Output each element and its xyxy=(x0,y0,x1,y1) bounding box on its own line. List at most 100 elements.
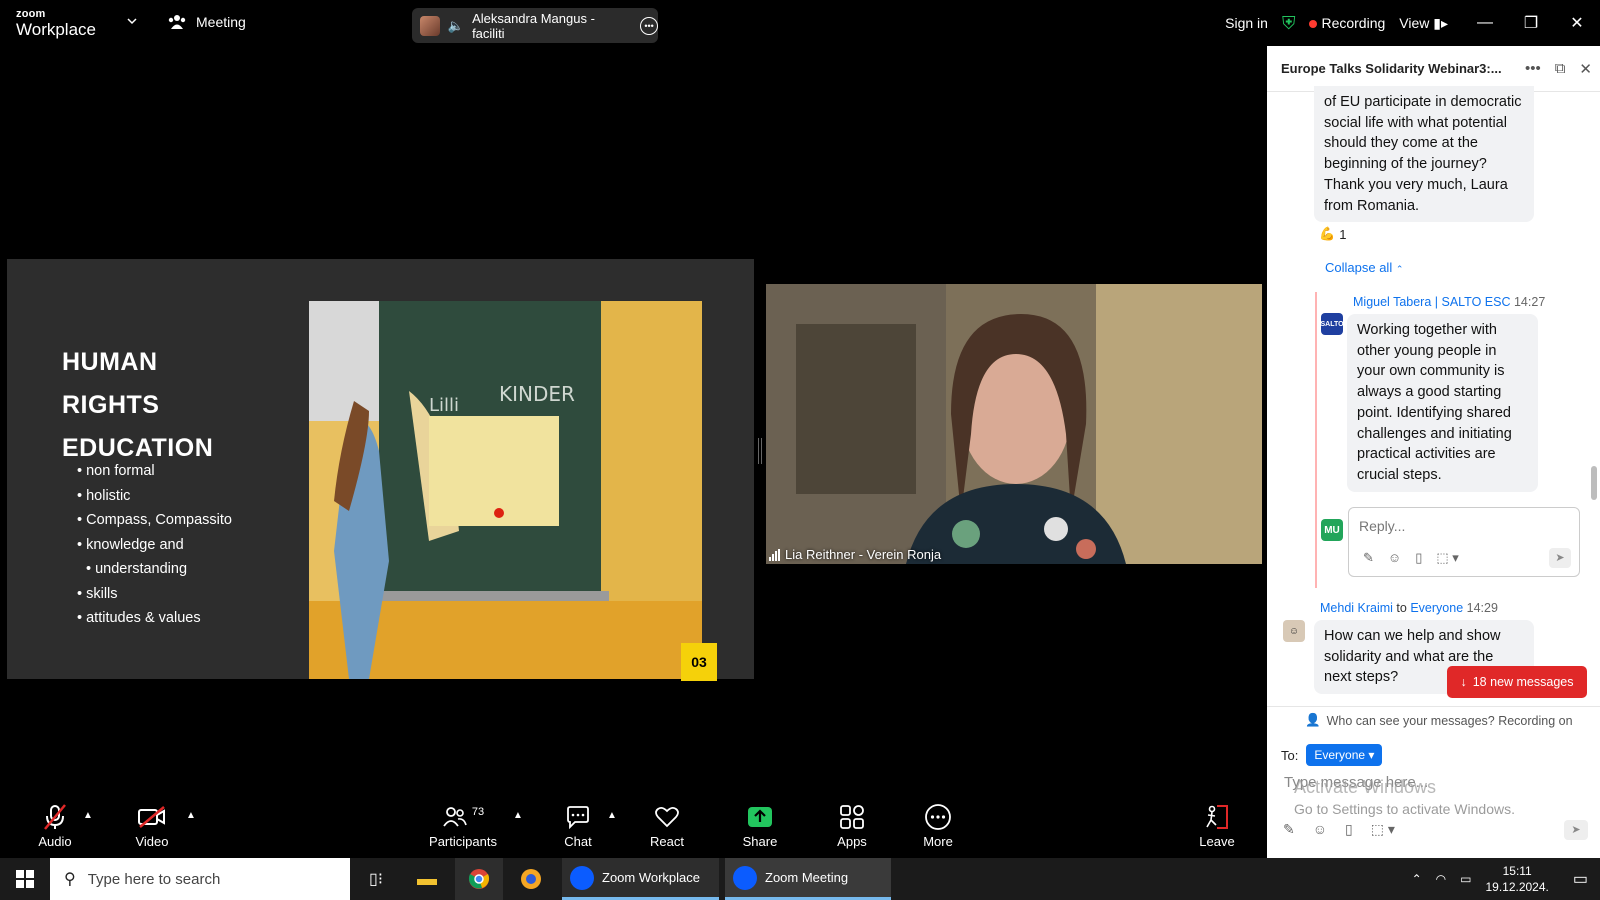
chat-icon xyxy=(567,806,589,829)
flexed-biceps-icon: 💪 xyxy=(1319,226,1336,241)
collapse-all-label: Collapse all xyxy=(1325,260,1393,275)
recording-status[interactable]: Recording xyxy=(1309,15,1385,31)
message-header: Mehdi Kraimi to Everyone 14:29 xyxy=(1320,601,1498,615)
board-word: Lilli xyxy=(429,395,459,416)
recipient-row: To: Everyone ▾ xyxy=(1281,744,1383,766)
speaker-name: Aleksandra Mangus - faciliti xyxy=(472,10,595,41)
audio-options-caret-icon[interactable]: ▲ xyxy=(83,810,93,821)
chevron-down-icon: ▾ xyxy=(1368,748,1375,762)
leave-button[interactable]: Leave xyxy=(1195,802,1239,849)
slide-bullet: skills xyxy=(77,582,232,607)
windows-logo-icon xyxy=(16,870,34,888)
popout-icon[interactable]: ⧉ xyxy=(1555,60,1566,78)
restore-button[interactable]: ❐ xyxy=(1508,13,1554,33)
react-label: React xyxy=(650,834,684,849)
chevron-down-icon[interactable] xyxy=(127,16,137,26)
chat-label: Chat xyxy=(564,834,592,849)
screenshot-icon[interactable]: ⬚ ▾ xyxy=(1371,821,1395,838)
task-view-icon[interactable]: ▯⁝ xyxy=(352,858,400,900)
my-avatar: MU xyxy=(1321,519,1343,541)
taskbar-app-zoom-meeting[interactable]: Zoom Meeting xyxy=(725,858,891,900)
format-icon[interactable]: ✎ xyxy=(1283,821,1295,838)
new-messages-button[interactable]: ↓ 18 new messages xyxy=(1447,666,1587,698)
participant-name-label: Lia Reithner - Verein Ronja xyxy=(769,547,941,562)
participants-count: 73 xyxy=(471,806,485,818)
reply-input[interactable]: Reply... ✎ ☺ ▯ ⬚ ▾ ➤ xyxy=(1348,507,1580,577)
more-button[interactable]: More xyxy=(918,802,958,849)
participant-video-tile[interactable]: Lia Reithner - Verein Ronja xyxy=(766,284,1262,564)
audio-button[interactable]: Audio xyxy=(34,802,76,849)
more-options-icon[interactable]: ••• xyxy=(640,16,658,35)
message-visibility-notice[interactable]: 👤 Who can see your messages? Recording o… xyxy=(1267,706,1600,734)
speaker-avatar xyxy=(420,15,440,36)
activate-windows-subtext: Go to Settings to activate Windows. xyxy=(1294,801,1515,817)
taskbar-app-zoom-workplace[interactable]: Zoom Workplace xyxy=(562,858,719,900)
title-bar: zoom Workplace Meeting 🔈 Aleksandra Mang… xyxy=(0,0,1600,46)
browser-icon[interactable] xyxy=(507,858,555,900)
apps-button[interactable]: Apps xyxy=(832,802,872,849)
participants-icon xyxy=(443,807,467,827)
emoji-icon[interactable]: ☺ xyxy=(1313,821,1327,838)
minimize-button[interactable]: — xyxy=(1462,14,1508,32)
sign-in-link[interactable]: Sign in xyxy=(1225,15,1268,31)
logo-small: zoom xyxy=(16,8,46,20)
chat-scrollbar[interactable] xyxy=(1591,466,1597,500)
windows-taskbar: ⚲ Type here to search ▯⁝ ▬ Zoom Workplac… xyxy=(0,858,1600,900)
participants-button[interactable]: 73 Participants xyxy=(425,802,501,849)
message-time: 14:29 xyxy=(1466,601,1498,615)
start-button[interactable] xyxy=(0,858,50,900)
slide-bullet: attitudes & values xyxy=(77,606,232,631)
recipient-value: Everyone xyxy=(1314,748,1366,762)
recipient-dropdown[interactable]: Everyone ▾ xyxy=(1306,744,1383,766)
meeting-menu[interactable]: Meeting xyxy=(168,14,246,30)
active-speaker-pill[interactable]: 🔈 Aleksandra Mangus - faciliti ••• xyxy=(412,8,658,43)
send-icon[interactable]: ➤ xyxy=(1564,820,1588,840)
chrome-icon[interactable] xyxy=(455,858,503,900)
leave-door-icon xyxy=(1206,805,1228,829)
participants-options-caret-icon[interactable]: ▲ xyxy=(513,810,523,821)
slide-title-line: HUMAN xyxy=(62,348,158,376)
view-menu[interactable]: View ▮▸ xyxy=(1399,15,1448,32)
zoom-icon xyxy=(570,865,594,890)
file-icon[interactable]: ▯ xyxy=(1415,550,1422,566)
close-chat-icon[interactable]: ✕ xyxy=(1579,60,1592,78)
chat-options-caret-icon[interactable]: ▲ xyxy=(607,810,617,821)
recording-label: Recording xyxy=(1321,15,1386,31)
taskbar-search[interactable]: ⚲ Type here to search xyxy=(50,858,350,900)
meeting-label: Meeting xyxy=(196,14,246,30)
new-messages-label: 18 new messages xyxy=(1472,675,1574,689)
wifi-icon[interactable]: ◠ xyxy=(1436,872,1446,886)
chat-more-icon[interactable]: ••• xyxy=(1525,60,1541,78)
clock[interactable]: 15:11 19.12.2024. xyxy=(1485,863,1548,895)
chat-button[interactable]: Chat xyxy=(558,802,598,849)
close-window-button[interactable]: ✕ xyxy=(1554,13,1600,33)
emoji-icon[interactable]: ☺ xyxy=(1388,550,1401,566)
file-icon[interactable]: ▯ xyxy=(1345,821,1353,838)
split-view-handle[interactable] xyxy=(758,438,762,464)
audio-label: Audio xyxy=(38,834,72,849)
to-label: To: xyxy=(1281,747,1299,763)
sender-name[interactable]: Miguel Tabera | SALTO ESC xyxy=(1353,295,1511,309)
slide-title: HUMAN RIGHTS EDUCATION xyxy=(62,341,213,470)
screenshot-icon[interactable]: ⬚ ▾ xyxy=(1436,550,1458,566)
format-icon[interactable]: ✎ xyxy=(1363,550,1374,566)
thread-indicator xyxy=(1315,292,1317,588)
reply-send-icon[interactable]: ➤ xyxy=(1549,548,1571,568)
video-off-icon xyxy=(138,806,165,828)
sender-name[interactable]: Mehdi Kraimi xyxy=(1320,601,1393,615)
notifications-icon[interactable]: ▭ xyxy=(1573,869,1588,889)
tray-overflow-icon[interactable]: ⌃ xyxy=(1412,872,1422,886)
recipient-name: Everyone xyxy=(1410,601,1464,615)
view-icon: ▮▸ xyxy=(1433,14,1448,31)
security-shield-icon[interactable]: ⛨ xyxy=(1282,13,1296,34)
video-button[interactable]: Video xyxy=(130,802,174,849)
share-screen-icon xyxy=(748,807,772,827)
video-options-caret-icon[interactable]: ▲ xyxy=(186,810,196,821)
collapse-all-link[interactable]: Collapse all ⌃ xyxy=(1325,260,1403,275)
battery-icon[interactable]: ▭ xyxy=(1460,872,1471,886)
shared-slide: HUMAN RIGHTS EDUCATION non formal holist… xyxy=(7,259,754,681)
react-button[interactable]: React xyxy=(645,802,689,849)
reaction-badge[interactable]: 💪 1 xyxy=(1319,226,1346,242)
share-button[interactable]: Share xyxy=(738,802,782,849)
file-explorer-icon[interactable]: ▬ xyxy=(403,858,451,900)
